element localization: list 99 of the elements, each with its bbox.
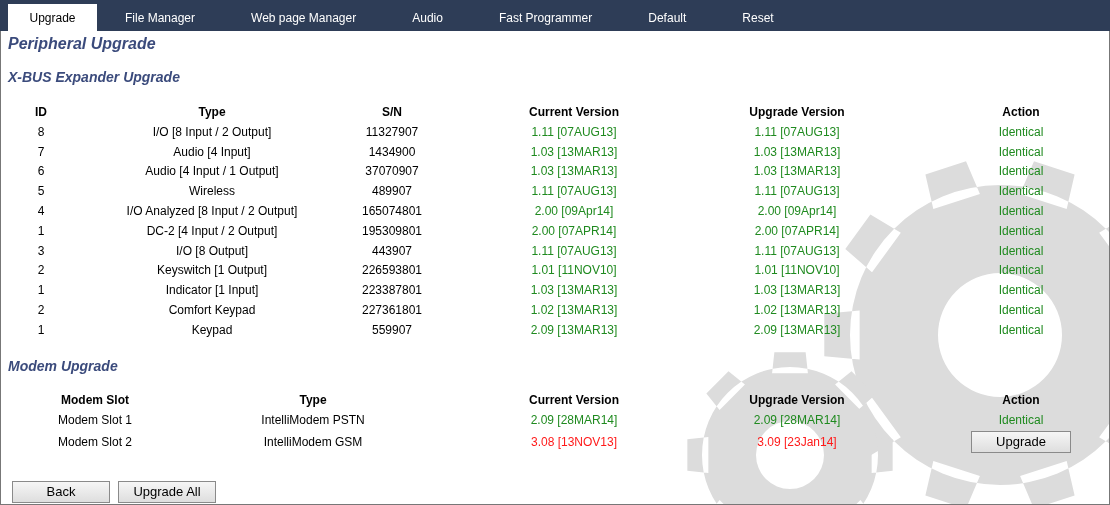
- table-cell: I/O [8 Output]: [175, 243, 248, 258]
- status-text: Identical: [998, 243, 1044, 258]
- version-text: 2.00 [07APR14]: [531, 223, 617, 238]
- tab[interactable]: File Manager: [97, 4, 224, 31]
- table-cell: 1: [37, 223, 45, 238]
- column-header: Type: [298, 391, 328, 409]
- table-cell: 2: [37, 303, 45, 318]
- table-cell: 559907: [371, 322, 412, 337]
- version-text: 2.00 [07APR14]: [754, 223, 840, 238]
- status-text: Identical: [998, 223, 1044, 238]
- version-text: 1.03 [13MAR13]: [753, 164, 841, 179]
- table-cell: Keypad: [191, 322, 233, 337]
- table-cell: 443907: [371, 243, 412, 258]
- version-text: 1.01 [11NOV10]: [754, 263, 840, 278]
- version-text: 1.11 [07AUG13]: [531, 124, 617, 139]
- column-header: S/N: [381, 104, 403, 121]
- table-cell: 1: [37, 322, 45, 337]
- status-text: Identical: [998, 184, 1044, 199]
- table-cell: Keyswitch [1 Output]: [156, 263, 268, 278]
- version-text: 3.09 [23Jan14]: [757, 434, 837, 449]
- version-text: 3.08 [13NOV13]: [530, 434, 618, 449]
- table-cell: Modem Slot 2: [57, 434, 132, 449]
- status-text: Identical: [998, 204, 1044, 219]
- table-cell: 2: [37, 263, 45, 278]
- table-cell: 223387801: [361, 283, 423, 298]
- table-cell: Audio [4 Input]: [173, 144, 251, 159]
- table-cell: DC-2 [4 Input / 2 Output]: [146, 223, 278, 238]
- table-cell: 1: [37, 283, 45, 298]
- status-text: Identical: [998, 263, 1044, 278]
- table-cell: Audio [4 Input / 1 Output]: [145, 164, 279, 179]
- version-text: 2.09 [28MAR14]: [753, 412, 841, 427]
- version-text: 2.00 [09Apr14]: [534, 204, 614, 219]
- table-cell: 8: [37, 124, 45, 139]
- column-header: Upgrade Version: [748, 391, 846, 409]
- page-title: Peripheral Upgrade: [8, 34, 156, 54]
- table-cell: 4: [37, 204, 45, 219]
- table-cell: Wireless: [189, 184, 235, 199]
- column-header: Type: [197, 104, 227, 121]
- table-cell: 6: [37, 164, 45, 179]
- version-text: 1.11 [07AUG13]: [754, 184, 840, 199]
- table-cell: I/O Analyzed [8 Input / 2 Output]: [126, 204, 298, 219]
- status-text: Identical: [998, 322, 1044, 337]
- version-text: 2.09 [28MAR14]: [530, 412, 618, 427]
- column-header: Modem Slot: [60, 391, 130, 409]
- version-text: 1.03 [13MAR13]: [530, 144, 618, 159]
- version-text: 1.11 [07AUG13]: [754, 243, 840, 258]
- status-text: Identical: [998, 144, 1044, 159]
- version-text: 1.03 [13MAR13]: [530, 283, 618, 298]
- table-cell: 226593801: [361, 263, 423, 278]
- column-header: Upgrade Version: [748, 104, 846, 121]
- table-cell: 3: [37, 243, 45, 258]
- version-text: 1.02 [13MAR13]: [753, 303, 841, 318]
- version-text: 1.03 [13MAR13]: [530, 164, 618, 179]
- action-button[interactable]: Upgrade All: [118, 481, 216, 503]
- table-cell: I/O [8 Input / 2 Output]: [152, 124, 272, 139]
- version-text: 1.11 [07AUG13]: [531, 184, 617, 199]
- tab[interactable]: Fast Programmer: [470, 4, 621, 31]
- tab[interactable]: Reset: [714, 4, 802, 31]
- version-text: 1.03 [13MAR13]: [753, 144, 841, 159]
- status-text: Identical: [998, 283, 1044, 298]
- version-text: 1.11 [07AUG13]: [754, 124, 840, 139]
- version-text: 2.00 [09Apr14]: [757, 204, 837, 219]
- section-title: Modem Upgrade: [8, 356, 118, 375]
- version-text: 1.11 [07AUG13]: [531, 243, 617, 258]
- table-cell: Modem Slot 1: [57, 412, 132, 427]
- version-text: 1.02 [13MAR13]: [530, 303, 618, 318]
- column-header: ID: [34, 104, 48, 121]
- table-cell: 195309801: [361, 223, 423, 238]
- table-cell: 165074801: [361, 204, 423, 219]
- tab[interactable]: Default: [620, 4, 715, 31]
- column-header: Current Version: [528, 391, 620, 409]
- version-text: 2.09 [13MAR13]: [753, 322, 841, 337]
- version-text: 1.03 [13MAR13]: [753, 283, 841, 298]
- tab[interactable]: Upgrade: [8, 4, 97, 31]
- tab[interactable]: Web page Manager: [223, 4, 385, 31]
- column-header: Current Version: [528, 104, 620, 121]
- table-cell: IntelliModem PSTN: [261, 412, 365, 427]
- version-text: 2.09 [13MAR13]: [530, 322, 618, 337]
- table-cell: IntelliModem GSM: [263, 434, 363, 449]
- action-button[interactable]: Back: [12, 481, 110, 503]
- status-text: Identical: [998, 303, 1044, 318]
- status-text: Identical: [998, 124, 1044, 139]
- section-title: X-BUS Expander Upgrade: [8, 68, 180, 86]
- table-cell: 489907: [371, 184, 412, 199]
- column-header: Action: [1001, 104, 1041, 121]
- table-cell: 1434900: [368, 144, 416, 159]
- status-text: Identical: [998, 164, 1044, 179]
- table-cell: 227361801: [361, 303, 423, 318]
- table-cell: 37070907: [365, 164, 419, 179]
- table-cell: Indicator [1 Input]: [165, 283, 259, 298]
- tab[interactable]: Audio: [384, 4, 471, 31]
- column-header: Action: [1001, 391, 1041, 409]
- table-cell: Comfort Keypad: [168, 303, 256, 318]
- upgrade-button[interactable]: Upgrade: [971, 430, 1071, 453]
- status-text: Identical: [998, 412, 1044, 427]
- table-cell: 5: [37, 184, 45, 199]
- table-cell: 7: [37, 144, 45, 159]
- table-cell: 11327907: [365, 124, 419, 139]
- version-text: 1.01 [11NOV10]: [531, 263, 617, 278]
